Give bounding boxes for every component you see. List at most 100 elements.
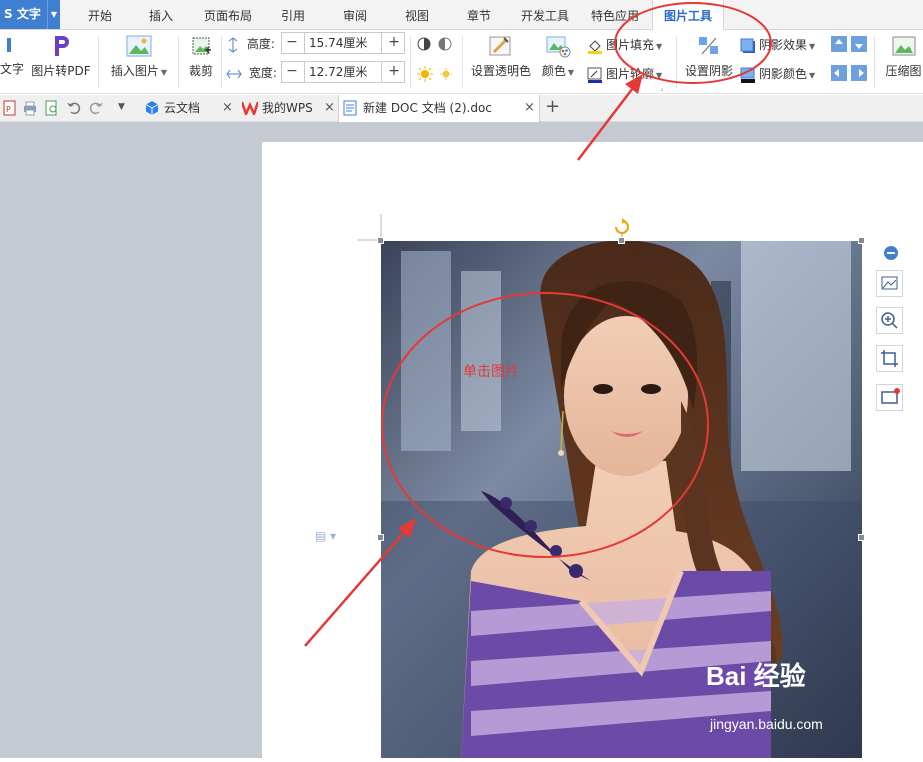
document-tab-bar: P ▼ 云文档 × 我的WPS × 新建 DOC 文档 (2).doc × + — [0, 95, 923, 122]
to-text-button[interactable]: 文字 — [0, 34, 24, 77]
insert-picture-icon — [126, 35, 152, 57]
doc-tab-label: 新建 DOC 文档 (2).doc — [363, 101, 492, 115]
set-transparent-color-button[interactable]: 设置透明色 — [468, 34, 534, 79]
tab-insert[interactable]: 插入 — [137, 0, 185, 30]
resize-handle-top[interactable] — [618, 237, 625, 244]
to-text-icon — [7, 38, 11, 52]
paragraph-options-icon[interactable]: ▤ ▾ — [315, 529, 336, 543]
app-menu-button[interactable]: S 文字 ▼ — [0, 0, 60, 29]
separator — [178, 36, 179, 88]
layout-options-button[interactable] — [876, 270, 903, 297]
doc-tab-label: 云文档 — [164, 101, 201, 115]
tab-start[interactable]: 开始 — [76, 0, 124, 30]
insert-picture-button[interactable]: 插入图片 ▼ — [106, 34, 172, 79]
print-icon[interactable] — [22, 100, 38, 116]
resize-handle-top-right[interactable] — [858, 237, 865, 244]
increase-brightness-icon[interactable] — [416, 65, 434, 83]
to-text-label: 文字 — [0, 62, 25, 76]
width-increment-button[interactable]: + — [384, 62, 404, 82]
width-icon — [226, 69, 242, 78]
word-doc-icon — [343, 100, 357, 116]
resize-handle-right[interactable] — [858, 534, 865, 541]
height-stepper[interactable]: − 15.74厘米 + — [281, 32, 405, 54]
ribbon: 文字 图片转PDF 插入图片 ▼ 裁剪 高度: − 15.74厘米 + 宽度: … — [0, 2, 923, 94]
layout-icon — [881, 276, 898, 290]
width-stepper[interactable]: − 12.72厘米 + — [281, 61, 405, 83]
height-label: 高度: — [246, 37, 275, 51]
set-transparent-label: 设置透明色 — [470, 64, 531, 78]
quick-access-dropdown-icon[interactable]: ▼ — [118, 102, 125, 112]
height-value[interactable]: 15.74厘米 — [304, 33, 382, 53]
new-tab-plus-icon[interactable]: + — [545, 96, 560, 117]
fill-bucket-icon — [588, 39, 602, 54]
menu-bar: S 文字 ▼ 开始 插入 页面布局 引用 审阅 视图 章节 开发工具 特色应用 … — [0, 0, 923, 31]
height-increment-button[interactable]: + — [384, 33, 404, 53]
redo-icon[interactable] — [88, 100, 104, 116]
decrease-contrast-icon[interactable] — [437, 36, 453, 52]
outline-pen-icon — [587, 67, 602, 83]
separator — [462, 36, 463, 88]
separator — [410, 36, 411, 88]
chevron-down-icon: ▼ — [809, 71, 816, 80]
print-preview-icon[interactable] — [44, 100, 60, 116]
zoom-in-icon — [881, 312, 898, 329]
undo-icon[interactable] — [66, 100, 82, 116]
width-value[interactable]: 12.72厘米 — [304, 62, 382, 82]
tab-view[interactable]: 视图 — [393, 0, 441, 30]
wps-logo-icon — [242, 101, 258, 115]
nudge-left-icon[interactable] — [831, 65, 847, 81]
width-decrement-button[interactable]: − — [282, 62, 302, 82]
doc-tab-my-wps[interactable]: 我的WPS × — [238, 95, 338, 121]
pdf-icon — [55, 36, 69, 56]
height-decrement-button[interactable]: − — [282, 33, 302, 53]
picture-to-pdf-button[interactable]: 图片转PDF — [30, 34, 92, 79]
close-icon[interactable]: × — [324, 95, 335, 121]
doc-tab-label: 我的WPS — [262, 101, 313, 115]
close-icon[interactable]: × — [222, 95, 233, 121]
nudge-right-icon[interactable] — [851, 65, 867, 81]
border-icon — [881, 388, 900, 404]
doc-tab-cloud[interactable]: 云文档 × — [138, 95, 238, 121]
border-picture-button[interactable] — [876, 384, 903, 411]
tab-review[interactable]: 审阅 — [331, 0, 379, 30]
width-label: 宽度: — [248, 66, 277, 80]
width-label-group: 宽度: — [226, 64, 277, 81]
decrease-brightness-icon[interactable] — [437, 65, 455, 83]
cloud-doc-icon — [145, 101, 159, 115]
new-doc-icon[interactable]: P — [2, 100, 18, 116]
height-icon — [228, 36, 238, 53]
chevron-down-icon: ▼ — [567, 68, 575, 77]
increase-contrast-icon[interactable] — [416, 36, 432, 52]
zoom-picture-button[interactable] — [876, 307, 903, 334]
tab-developer[interactable]: 开发工具 — [514, 0, 576, 30]
tab-chapter[interactable]: 章节 — [455, 0, 503, 30]
height-label-group: 高度: — [226, 35, 275, 53]
svg-text:P: P — [6, 105, 11, 114]
color-icon — [546, 36, 571, 58]
resize-handle-left[interactable] — [377, 534, 384, 541]
transparent-color-icon — [489, 36, 511, 56]
compress-picture-button[interactable]: 压缩图 — [884, 34, 923, 79]
nudge-up-icon[interactable] — [831, 36, 847, 52]
color-button[interactable]: 颜色 ▼ — [538, 34, 578, 79]
tab-page-layout[interactable]: 页面布局 — [197, 0, 259, 30]
crop-picture-button[interactable] — [876, 345, 903, 372]
crop-button[interactable]: 裁剪 — [184, 34, 218, 79]
pdf-label: 图片转PDF — [31, 64, 91, 78]
insert-picture-label: 插入图片 — [110, 64, 159, 78]
nudge-down-icon[interactable] — [851, 36, 867, 52]
compress-label: 压缩图 — [885, 64, 922, 78]
collapse-toolbar-icon[interactable] — [883, 245, 899, 261]
separator — [221, 36, 222, 88]
baidu-jingyan-watermark: Bai 经验 — [706, 661, 806, 691]
tab-references[interactable]: 引用 — [269, 0, 317, 30]
crop-icon — [881, 350, 898, 367]
separator — [98, 36, 99, 88]
separator — [874, 36, 875, 88]
doc-tab-current[interactable]: 新建 DOC 文档 (2).doc × — [338, 95, 540, 122]
app-name: S 文字 — [4, 7, 41, 21]
close-icon[interactable]: × — [524, 95, 535, 121]
app-dropdown-icon[interactable]: ▼ — [47, 0, 60, 29]
crop-icon — [192, 37, 211, 55]
resize-handle-top-left[interactable] — [377, 237, 384, 244]
